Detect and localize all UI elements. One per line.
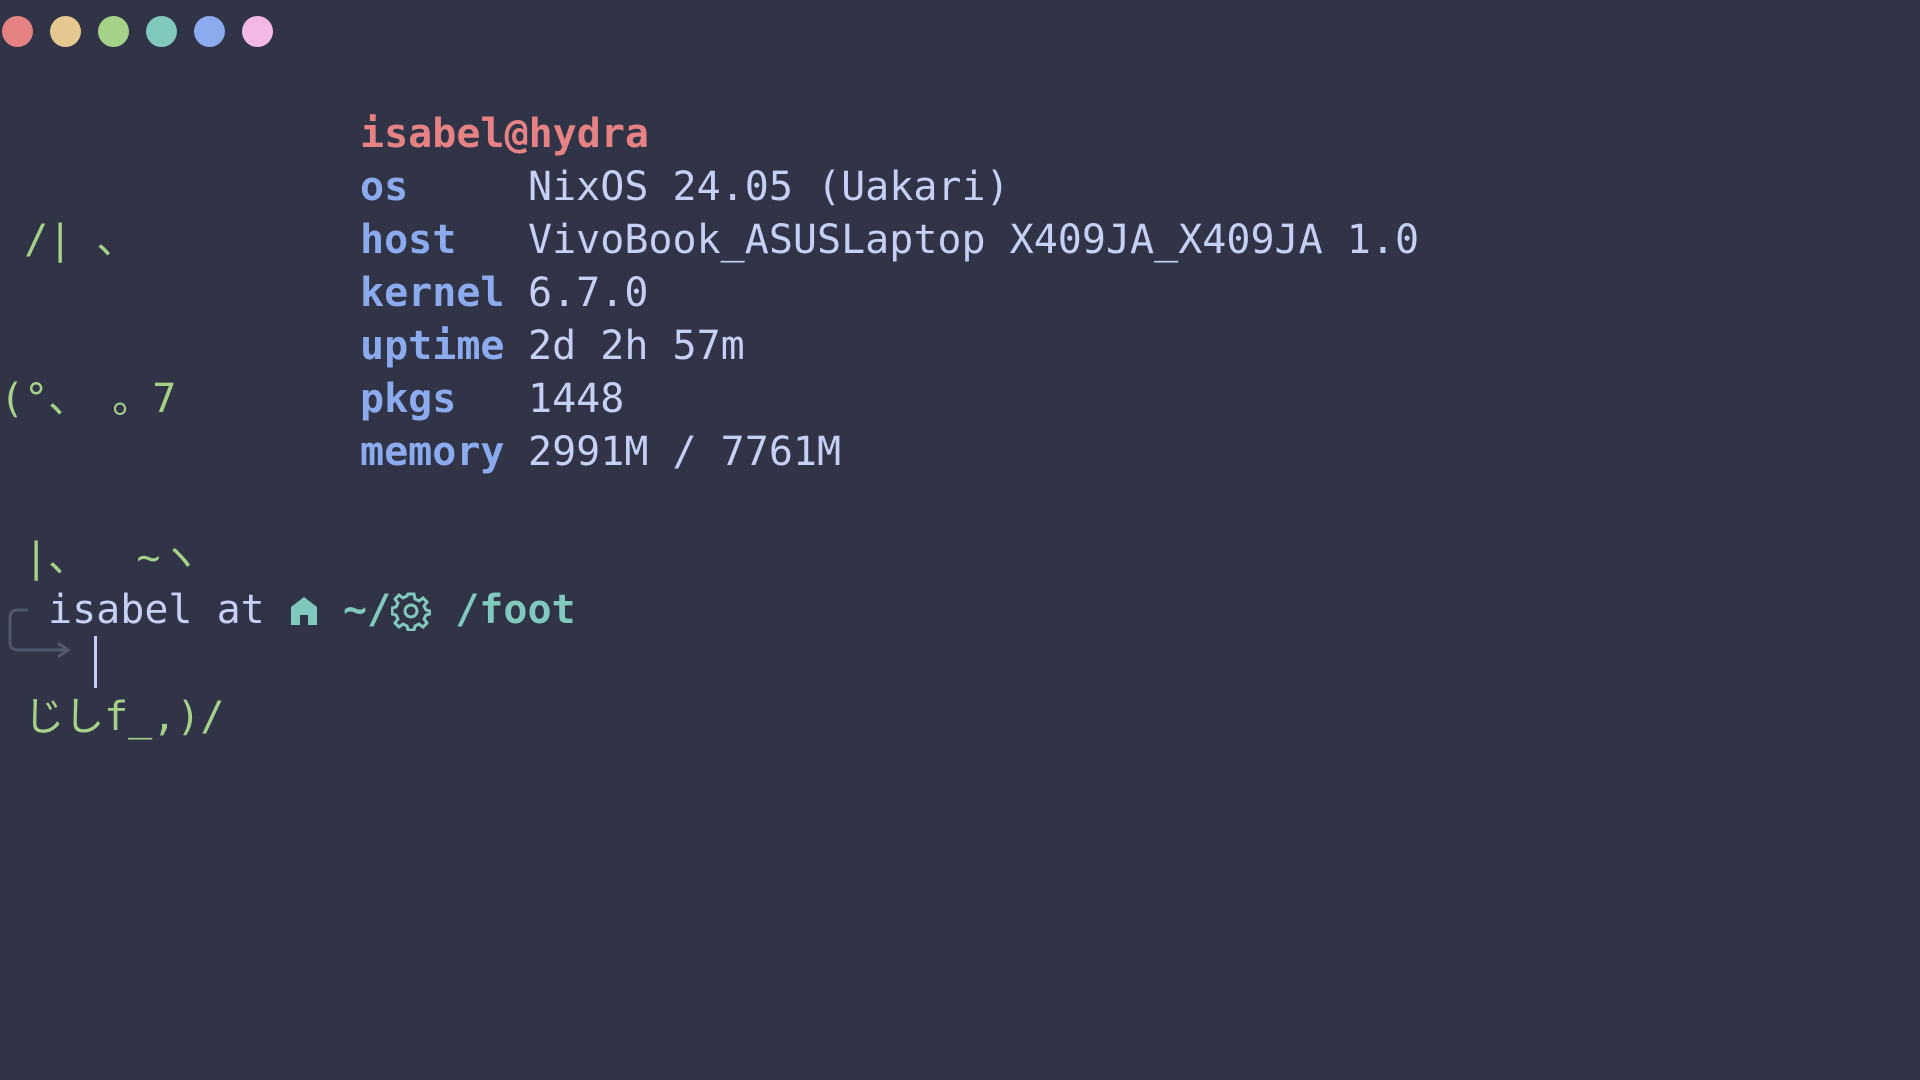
ascii-art-cat: /| 、 (°、 。7 |、 ~ヽ じしf_,)/ bbox=[0, 108, 225, 797]
info-key: uptime bbox=[360, 323, 505, 369]
ascii-line: |、 ~ヽ bbox=[0, 535, 201, 581]
blue-dot[interactable] bbox=[194, 16, 225, 47]
text-cursor[interactable] bbox=[94, 636, 97, 688]
shell-prompt: isabel at ~/ /foot bbox=[48, 584, 576, 637]
path-suffix: /foot bbox=[455, 587, 576, 633]
home-icon bbox=[290, 596, 317, 625]
ascii-line: /| 、 bbox=[0, 217, 137, 263]
info-key: os bbox=[360, 164, 409, 210]
info-value: VivoBook_ASUSLaptop X409JA_X409JA 1.0 bbox=[528, 217, 1420, 263]
info-key: memory bbox=[360, 429, 505, 475]
info-row-uptime: uptime 2d 2h 57m bbox=[360, 320, 1419, 373]
info-row-os: os NixOS 24.05 (Uakari) bbox=[360, 161, 1419, 214]
info-value: 2991M / 7761M bbox=[528, 429, 842, 475]
maximize-dot[interactable] bbox=[98, 16, 129, 47]
gear-icon bbox=[391, 592, 432, 631]
info-row-kernel: kernel 6.7.0 bbox=[360, 267, 1419, 320]
info-key: pkgs bbox=[360, 376, 457, 422]
prompt-user: isabel bbox=[48, 587, 193, 633]
info-key: kernel bbox=[360, 270, 505, 316]
info-row-host: host VivoBook_ASUSLaptop X409JA_X409JA 1.… bbox=[360, 214, 1419, 267]
info-value: 2d 2h 57m bbox=[528, 323, 745, 369]
info-value: NixOS 24.05 (Uakari) bbox=[528, 164, 1010, 210]
pink-dot[interactable] bbox=[242, 16, 273, 47]
ascii-line: じしf_,)/ bbox=[0, 694, 225, 740]
teal-dot[interactable] bbox=[146, 16, 177, 47]
close-dot[interactable] bbox=[2, 16, 33, 47]
info-value: 1448 bbox=[528, 376, 625, 422]
system-info: isabel@hydra os NixOS 24.05 (Uakari) host… bbox=[360, 108, 1419, 479]
info-key: host bbox=[360, 217, 457, 263]
path-prefix: ~/ bbox=[342, 587, 392, 633]
info-value: 6.7.0 bbox=[528, 270, 649, 316]
ascii-line: (°、 。7 bbox=[0, 376, 177, 422]
info-row-memory: memory 2991M / 7761M bbox=[360, 426, 1419, 479]
prompt-at: at bbox=[216, 587, 265, 633]
minimize-dot[interactable] bbox=[50, 16, 81, 47]
info-row-pkgs: pkgs 1448 bbox=[360, 373, 1419, 426]
user-host-title: isabel@hydra bbox=[360, 111, 649, 157]
